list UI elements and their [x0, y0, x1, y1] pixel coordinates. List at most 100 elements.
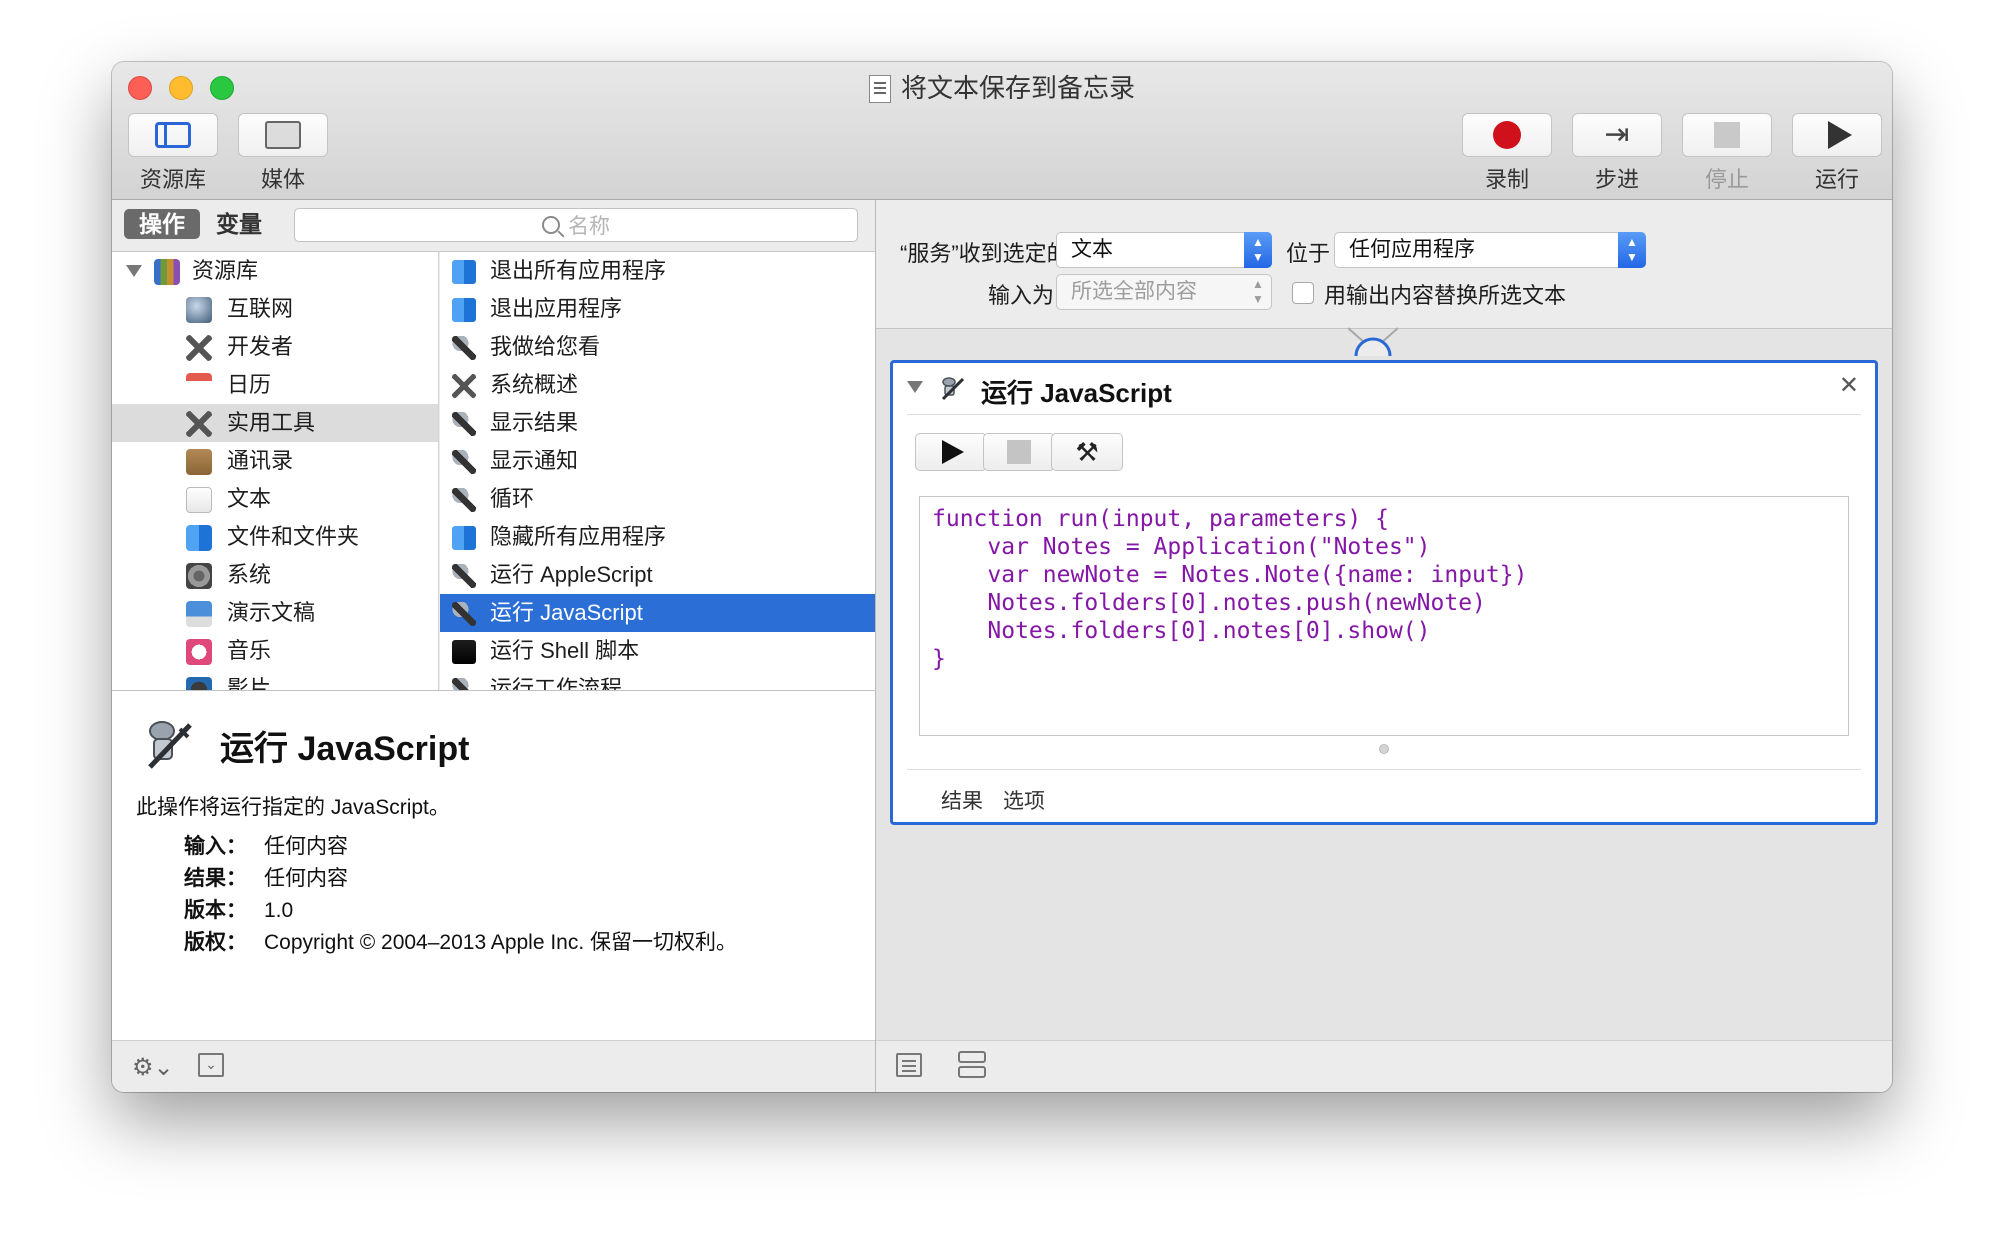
- stop-icon: [1714, 122, 1740, 148]
- run-button[interactable]: [1792, 113, 1882, 157]
- movie-icon: [186, 677, 212, 690]
- popup-arrows-icon: ▲ ▼: [1244, 232, 1272, 268]
- run-javascript-action-card[interactable]: 运行 JavaScript ✕ ⚒ function run(input, pa…: [890, 360, 1878, 825]
- variables-view-icon[interactable]: [958, 1051, 986, 1079]
- meta-row: 结果： 任何内容: [184, 863, 737, 895]
- stop-button[interactable]: [1682, 113, 1772, 157]
- options-tab[interactable]: 选项: [1003, 785, 1045, 815]
- disclosure-triangle-icon[interactable]: [126, 265, 142, 277]
- automator-icon: [452, 450, 476, 474]
- action-item[interactable]: 隐藏所有应用程序: [440, 518, 875, 556]
- application-popup[interactable]: 任何应用程序 ▲ ▼: [1334, 232, 1646, 268]
- category-item[interactable]: 系统: [112, 556, 438, 594]
- action-label: 运行 Shell 脚本: [490, 638, 640, 663]
- action-item[interactable]: 显示结果: [440, 404, 875, 442]
- category-item[interactable]: 互联网: [112, 290, 438, 328]
- run-script-button[interactable]: [915, 433, 987, 471]
- category-item[interactable]: 演示文稿: [112, 594, 438, 632]
- workflow-connector: [1348, 327, 1398, 356]
- action-item[interactable]: 循环: [440, 480, 875, 518]
- workflow-pane: “服务”收到选定的 文本 ▲ ▼ 位于 任何应用程序 ▲ ▼ 输入为 所选全部内容 …: [876, 200, 1892, 1092]
- javascript-editor[interactable]: function run(input, parameters) { var No…: [919, 496, 1849, 736]
- action-item[interactable]: 运行 Shell 脚本: [440, 632, 875, 670]
- category-item[interactable]: 通讯录: [112, 442, 438, 480]
- meta-row: 输入： 任何内容: [184, 831, 737, 863]
- action-item[interactable]: 运行 JavaScript: [440, 594, 875, 632]
- card-footer-divider: [907, 769, 1861, 770]
- category-item[interactable]: 实用工具: [112, 404, 438, 442]
- service-input-type-popup[interactable]: 文本 ▲ ▼: [1056, 232, 1272, 268]
- action-item[interactable]: 运行工作流程: [440, 670, 875, 690]
- category-label: 影片: [227, 676, 272, 690]
- category-label: 文本: [227, 486, 272, 511]
- run-icon: [1828, 121, 1852, 149]
- action-item[interactable]: 显示通知: [440, 442, 875, 480]
- category-list[interactable]: 资源库互联网 开发者日历实用工具通讯录文本文件和文件夹系统演示文稿 音乐影片: [112, 252, 439, 690]
- action-item[interactable]: 我做给您看: [440, 328, 875, 366]
- stop-label: 停止: [1704, 167, 1749, 192]
- log-view-icon[interactable]: [896, 1053, 922, 1077]
- actions-segment[interactable]: 操作: [124, 209, 200, 239]
- category-item[interactable]: 影片: [112, 670, 438, 690]
- category-item[interactable]: 文件和文件夹: [112, 518, 438, 556]
- tools-icon: [186, 411, 212, 437]
- action-label: 显示结果: [490, 410, 579, 435]
- library-search-field[interactable]: 名称: [294, 208, 858, 242]
- category-label: 系统: [227, 562, 272, 587]
- action-label: 我做给您看: [490, 334, 601, 359]
- library-icon: [155, 122, 191, 148]
- meta-row: 版权： Copyright © 2004–2013 Apple Inc. 保留一切…: [184, 927, 737, 959]
- library-pane: 操作 变量 名称 资源库互联网 开发者日历实用工具通讯录文本文件和文件夹系统演示文…: [112, 200, 875, 1092]
- editor-resize-handle[interactable]: [1379, 744, 1389, 754]
- meta-value: 任何内容: [264, 835, 348, 858]
- collapse-disclosure-icon[interactable]: [907, 381, 923, 393]
- compile-script-button[interactable]: ⚒: [1051, 433, 1123, 471]
- action-item[interactable]: 退出所有应用程序: [440, 252, 875, 290]
- workflow-bottom-bar: [876, 1040, 1892, 1092]
- record-button[interactable]: [1462, 113, 1552, 157]
- variables-segment[interactable]: 变量: [216, 209, 276, 239]
- text-doc-icon: [186, 487, 212, 513]
- close-action-icon[interactable]: ✕: [1839, 371, 1859, 400]
- action-list[interactable]: 退出所有应用程序退出应用程序我做给您看系统概述显示结果显示通知 循环隐藏所有应用程…: [440, 252, 875, 690]
- globe-icon: [186, 297, 212, 323]
- action-item[interactable]: 退出应用程序: [440, 290, 875, 328]
- action-item[interactable]: 运行 AppleScript: [440, 556, 875, 594]
- search-placeholder: 名称: [568, 215, 610, 238]
- replace-output-checkbox[interactable]: [1292, 282, 1314, 304]
- library-bottom-bar: ⚙⌄ ⌄: [112, 1040, 875, 1092]
- category-item[interactable]: 开发者: [112, 328, 438, 366]
- action-label: 隐藏所有应用程序: [490, 524, 667, 549]
- category-label: 日历: [227, 372, 272, 397]
- library-toggle-button[interactable]: [128, 113, 218, 157]
- action-label: 退出所有应用程序: [490, 258, 667, 283]
- card-header-divider: [907, 414, 1861, 415]
- hammer-icon: ⚒: [1075, 436, 1099, 467]
- library-filter-bar: 操作 变量 名称: [112, 200, 875, 252]
- category-item[interactable]: 文本: [112, 480, 438, 518]
- category-label: 资源库: [192, 258, 259, 283]
- category-item[interactable]: 音乐: [112, 632, 438, 670]
- stop-script-button[interactable]: [983, 433, 1055, 471]
- action-label: 运行 JavaScript: [490, 600, 643, 625]
- show-description-icon[interactable]: ⌄: [198, 1053, 224, 1077]
- media-button[interactable]: [238, 113, 328, 157]
- action-item[interactable]: 系统概述: [440, 366, 875, 404]
- category-item[interactable]: 资源库: [112, 252, 438, 290]
- meta-key: 版权：: [184, 931, 247, 954]
- automator-robot-icon: [941, 377, 965, 401]
- action-card-title: 运行 JavaScript: [981, 378, 1172, 408]
- description-meta: 输入： 任何内容 结果： 任何内容 版本： 1.0 版权： Copyright © 2004–…: [184, 831, 737, 959]
- category-label: 实用工具: [227, 410, 316, 435]
- gear-menu-icon[interactable]: ⚙⌄: [132, 1053, 174, 1082]
- input-is-label: 输入为: [988, 283, 1055, 308]
- results-tab[interactable]: 结果: [941, 785, 983, 815]
- meta-row: 版本： 1.0: [184, 895, 737, 927]
- automator-icon: [452, 412, 476, 436]
- step-button[interactable]: ⇥: [1572, 113, 1662, 157]
- record-icon: [1493, 121, 1521, 149]
- automator-icon: [452, 564, 476, 588]
- category-item[interactable]: 日历: [112, 366, 438, 404]
- tools-icon: [452, 374, 476, 398]
- finder-icon: [452, 298, 476, 322]
